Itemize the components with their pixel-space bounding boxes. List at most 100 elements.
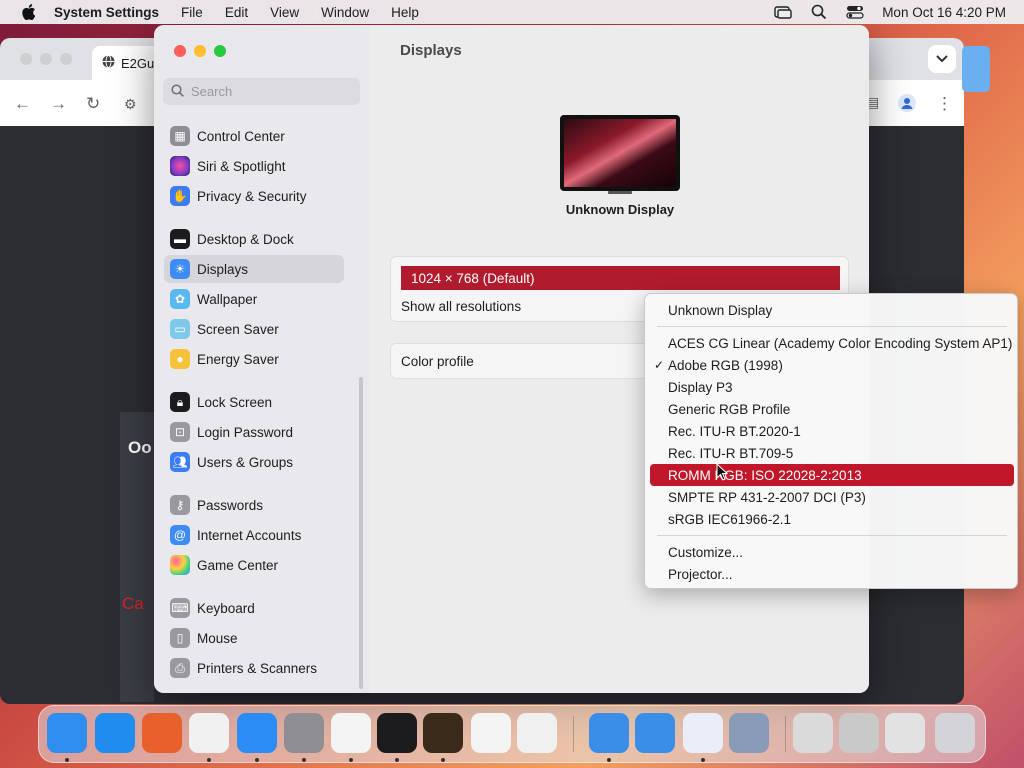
- color-profile-menu: Unknown Display ACES CG Linear (Academy …: [644, 293, 1018, 589]
- reload-icon[interactable]: ↻: [86, 94, 100, 114]
- terminal-icon[interactable]: [377, 713, 417, 753]
- resolution-option-selected[interactable]: 1024 × 768 (Default): [401, 266, 840, 290]
- keyboard-icon: ⌨: [170, 598, 190, 618]
- profile-icon[interactable]: [898, 94, 916, 117]
- spotlight-search-icon[interactable]: [810, 4, 828, 20]
- window-close-button[interactable]: [174, 45, 186, 57]
- recent-window-2-icon[interactable]: [839, 713, 879, 753]
- sidebar-item-siri-spotlight[interactable]: Siri & Spotlight: [164, 152, 344, 180]
- control-center-menu-icon[interactable]: [846, 5, 864, 19]
- site-settings-icon[interactable]: ⚙: [124, 96, 137, 113]
- sidebar-item-internet-accounts[interactable]: @ Internet Accounts: [164, 521, 344, 549]
- menu-item-label: SMPTE RP 431-2-2007 DCI (P3): [668, 489, 866, 505]
- sidebar-item-users-groups[interactable]: 👥︎ Users & Groups: [164, 448, 344, 476]
- menu-item-color-profile[interactable]: SMPTE RP 431-2-2007 DCI (P3): [650, 486, 1014, 508]
- sidebar-item-keyboard[interactable]: ⌨ Keyboard: [164, 594, 344, 622]
- flower-icon: ✿: [170, 289, 190, 309]
- menu-item-color-profile[interactable]: Rec. ITU-R BT.709-5: [650, 442, 1014, 464]
- recent-window-3-icon[interactable]: [885, 713, 925, 753]
- search-icon: [171, 83, 184, 100]
- finder-icon[interactable]: [47, 713, 87, 753]
- instruments-icon[interactable]: [423, 713, 463, 753]
- trash-icon[interactable]: [935, 713, 975, 753]
- app-store-icon[interactable]: [237, 713, 277, 753]
- sidebar-item-privacy-security[interactable]: ✋ Privacy & Security: [164, 182, 344, 210]
- sidebar-search-field[interactable]: Search: [163, 78, 360, 105]
- forward-arrow-icon[interactable]: →: [50, 94, 67, 114]
- apple-menu-icon[interactable]: [18, 4, 40, 20]
- sidebar-scrollbar[interactable]: [359, 377, 363, 689]
- preview-icon[interactable]: [729, 713, 769, 753]
- show-all-resolutions-label[interactable]: Show all resolutions: [401, 299, 521, 314]
- globe-icon: [102, 55, 115, 71]
- menu-clock[interactable]: Mon Oct 16 4:20 PM: [882, 5, 1006, 20]
- sidebar-item-screen-saver[interactable]: ▭ Screen Saver: [164, 315, 344, 343]
- chrome-icon[interactable]: [189, 713, 229, 753]
- sidebar-item-lock-screen[interactable]: 🔒︎ Lock Screen: [164, 388, 344, 416]
- printer-icon: ⎙: [170, 658, 190, 678]
- safari-icon[interactable]: [95, 713, 135, 753]
- launchpad-icon[interactable]: [517, 713, 557, 753]
- browser-zoom-dot[interactable]: [60, 53, 72, 65]
- menu-window[interactable]: Window: [321, 5, 369, 20]
- sidebar-item-wallpaper[interactable]: ✿ Wallpaper: [164, 285, 344, 313]
- menu-item-color-profile[interactable]: ✓ Adobe RGB (1998): [650, 354, 1014, 376]
- lock-icon: 🔒︎: [170, 392, 190, 412]
- settings-sidebar: Search ▦ Control Center Siri & Spotlight…: [154, 25, 370, 693]
- menu-item-color-profile[interactable]: Display P3: [650, 376, 1014, 398]
- desktop-folder-icon[interactable]: [962, 46, 990, 92]
- browser-minimize-dot[interactable]: [40, 53, 52, 65]
- sidebar-item-label: Desktop & Dock: [197, 231, 294, 247]
- running-indicator: [395, 758, 399, 762]
- dock: [38, 705, 986, 763]
- menu-help[interactable]: Help: [391, 5, 419, 20]
- menu-item-color-profile[interactable]: sRGB IEC61966-2.1: [650, 508, 1014, 530]
- sidebar-item-printers-scanners[interactable]: ⎙ Printers & Scanners: [164, 654, 344, 682]
- browser-tab[interactable]: E2Gu: [92, 46, 162, 80]
- browser-tab-title: E2Gu: [121, 55, 155, 71]
- mouse-pointer-icon: [716, 462, 729, 484]
- sidebar-item-displays[interactable]: ☀ Displays: [164, 255, 344, 283]
- browser-close-dot[interactable]: [20, 53, 32, 65]
- back-arrow-icon[interactable]: ←: [14, 94, 31, 114]
- menu-item-color-profile[interactable]: ROMM RGB: ISO 22028-2:2013: [650, 464, 1014, 486]
- search-placeholder: Search: [191, 84, 233, 99]
- xcode-beta-icon[interactable]: [635, 713, 675, 753]
- vscode-icon[interactable]: [471, 713, 511, 753]
- window-zoom-button[interactable]: [214, 45, 226, 57]
- recent-window-1-icon[interactable]: [793, 713, 833, 753]
- sidebar-item-control-center[interactable]: ▦ Control Center: [164, 122, 344, 150]
- menu-file[interactable]: File: [181, 5, 203, 20]
- textedit-icon[interactable]: [331, 713, 371, 753]
- sidebar-item-label: Keyboard: [197, 600, 255, 616]
- system-settings-icon[interactable]: [284, 713, 324, 753]
- sidebar-item-mouse[interactable]: ▯ Mouse: [164, 624, 344, 652]
- sidebar-item-login-password[interactable]: ⊡ Login Password: [164, 418, 344, 446]
- running-indicator: [207, 758, 211, 762]
- screen-mirroring-icon[interactable]: [774, 5, 792, 19]
- menu-item-color-profile[interactable]: Rec. ITU-R BT.2020-1: [650, 420, 1014, 442]
- sidebar-item-label: Screen Saver: [197, 321, 279, 337]
- window-minimize-button[interactable]: [194, 45, 206, 57]
- more-menu-icon[interactable]: ⋮: [936, 94, 953, 114]
- tab-search-chevron-icon[interactable]: [928, 45, 956, 73]
- menu-app-name[interactable]: System Settings: [54, 5, 159, 20]
- blank-app-icon[interactable]: [683, 713, 723, 753]
- menu-view[interactable]: View: [270, 5, 299, 20]
- sidebar-item-energy-saver[interactable]: ● Energy Saver: [164, 345, 344, 373]
- sidebar-item-label: Users & Groups: [197, 454, 294, 470]
- sidebar-item-label: Energy Saver: [197, 351, 279, 367]
- menu-item-color-profile[interactable]: Generic RGB Profile: [650, 398, 1014, 420]
- menu-edit[interactable]: Edit: [225, 5, 248, 20]
- menu-item-projector[interactable]: Projector...: [650, 563, 1014, 585]
- xcode-icon[interactable]: [589, 713, 629, 753]
- menu-item-color-profile[interactable]: ACES CG Linear (Academy Color Encoding S…: [650, 332, 1014, 354]
- firefox-icon[interactable]: [142, 713, 182, 753]
- menu-item-customize[interactable]: Customize...: [650, 541, 1014, 563]
- sidebar-item-desktop-dock[interactable]: ▬ Desktop & Dock: [164, 225, 344, 253]
- sidebar-item-passwords[interactable]: ⚷ Passwords: [164, 491, 344, 519]
- sidebar-item-label: Wallpaper: [197, 291, 258, 307]
- dock-separator: [573, 716, 574, 752]
- at-icon: @: [170, 525, 190, 545]
- sidebar-item-game-center[interactable]: Game Center: [164, 551, 344, 579]
